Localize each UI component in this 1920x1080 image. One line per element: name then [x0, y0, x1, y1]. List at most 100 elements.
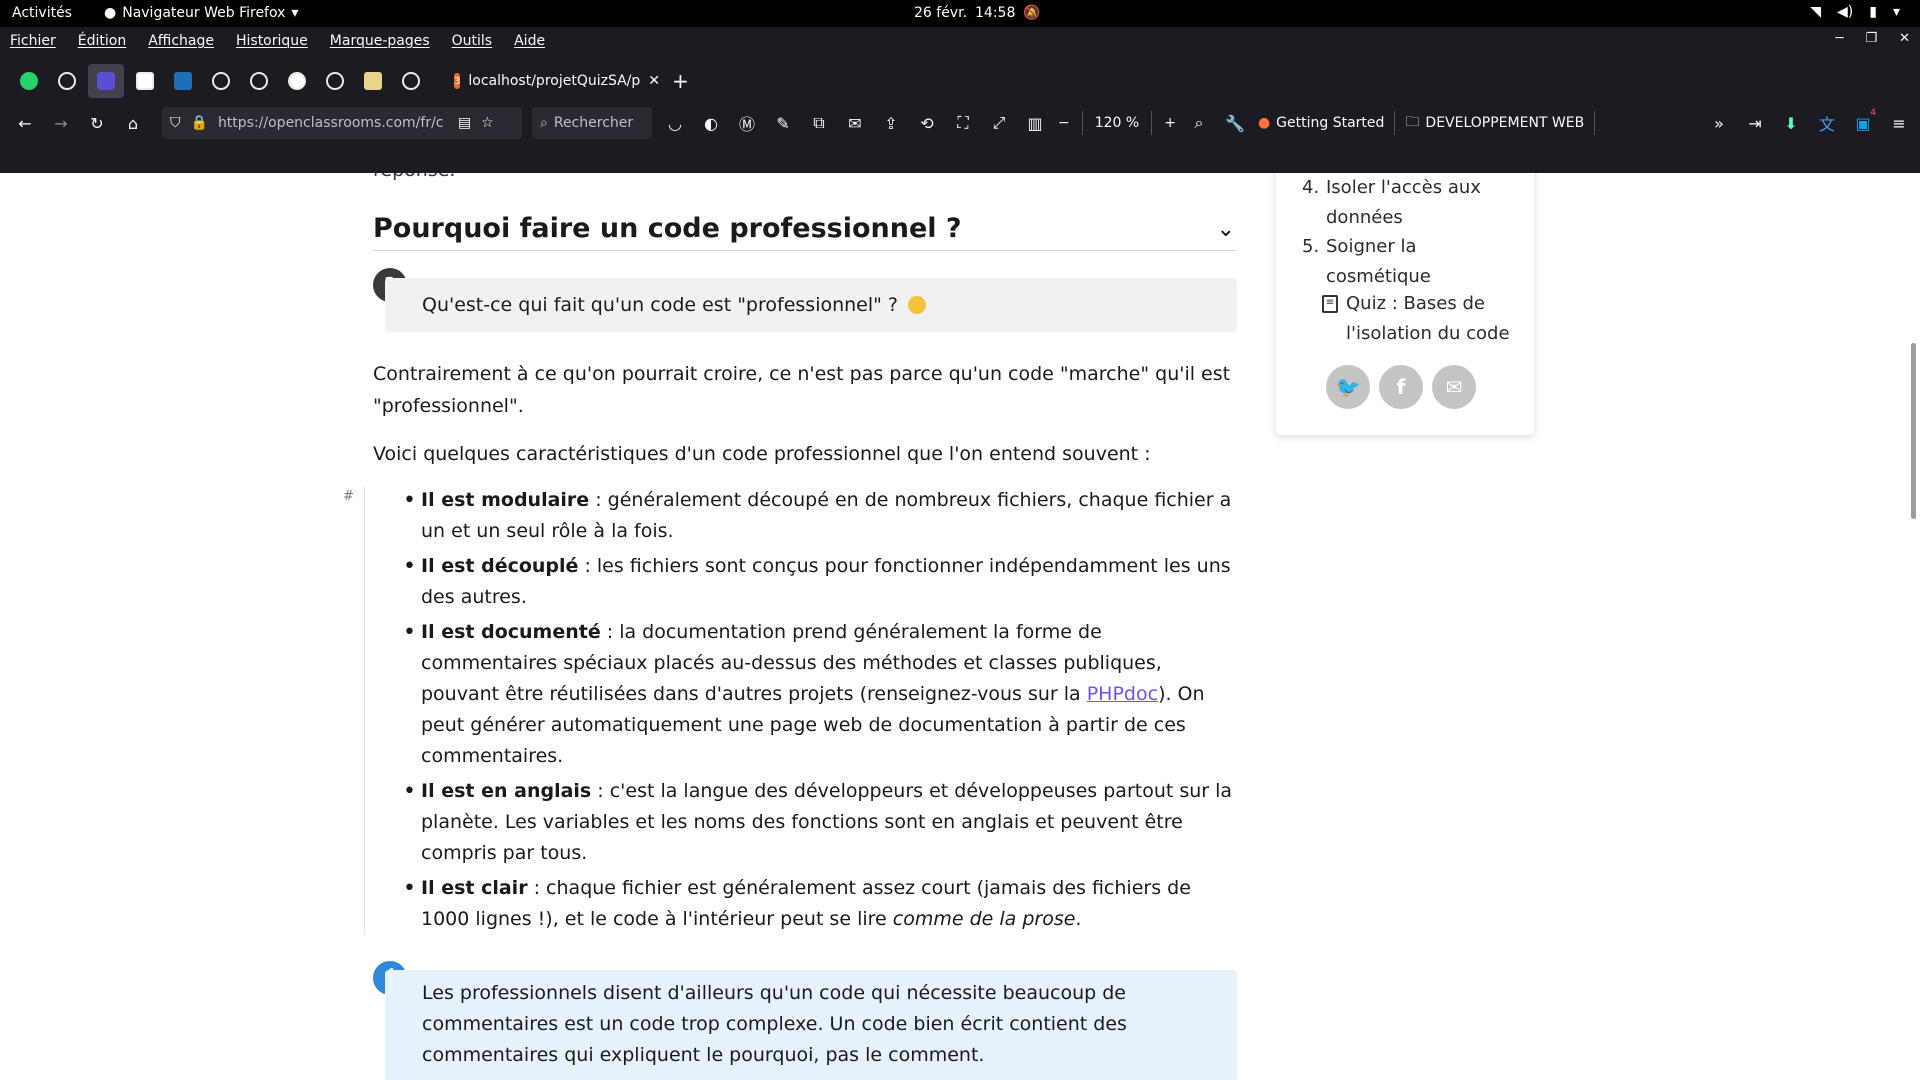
menu-fichier[interactable]: Fichier	[10, 33, 56, 49]
page-content: réponse. Pourquoi faire un code professi…	[0, 173, 1920, 1080]
pinned-tab-whatsapp[interactable]	[10, 63, 48, 99]
close-tab-icon[interactable]: ✕	[648, 73, 660, 89]
menu-outils[interactable]: Outils	[452, 33, 492, 49]
overflow-chevron-icon[interactable]: »	[1706, 110, 1732, 136]
reload-icon[interactable]: ↻	[84, 110, 110, 136]
globe-icon	[58, 72, 76, 90]
shield-icon[interactable]: ⛉	[170, 115, 181, 131]
divider	[1394, 111, 1396, 135]
phpdoc-link[interactable]: PHPdoc	[1087, 683, 1158, 705]
notes-icon	[364, 72, 382, 90]
toc-quiz[interactable]: Quiz : Bases de l'isolation du code	[1346, 289, 1526, 349]
toc-item-4[interactable]: 4. Isoler l'accès aux données	[1302, 173, 1526, 233]
search-icon: ⌕	[540, 115, 548, 131]
translate-icon[interactable]: 文	[1814, 110, 1840, 136]
bookmark-getting-started[interactable]: ● Getting Started	[1258, 115, 1384, 131]
zoom-level[interactable]: 120 %	[1095, 115, 1139, 131]
pinned-tab-video[interactable]	[164, 63, 202, 99]
activities-button[interactable]: Activités	[12, 5, 72, 21]
window-controls: ─ ❐ ✕	[1836, 31, 1910, 46]
zoom-in-icon[interactable]: +	[1164, 115, 1176, 131]
dark-reader-icon[interactable]: ◐	[698, 110, 724, 136]
pinned-tab-github[interactable]	[278, 63, 316, 99]
system-top-bar: Activités ● Navigateur Web Firefox ▾ 26 …	[0, 0, 1920, 27]
item-bold: Il est en anglais	[421, 780, 592, 802]
pinned-tab-active[interactable]	[88, 64, 124, 98]
facebook-icon[interactable]: f	[1379, 365, 1423, 409]
list-item: Il est documenté : la documentation pren…	[403, 617, 1241, 772]
twitter-icon[interactable]: 🐦	[1326, 365, 1370, 409]
pinned-tab-globe-2[interactable]	[202, 63, 240, 99]
toc-item-5[interactable]: 5. Soigner la cosmétique	[1302, 232, 1526, 292]
extension-m-icon[interactable]: Ⓜ	[734, 110, 760, 136]
search-box[interactable]: ⌕ Rechercher	[532, 107, 652, 139]
course-toc-card: 4. Isoler l'accès aux données 5. Soigner…	[1276, 173, 1534, 435]
folder-icon: 🗀	[1405, 114, 1420, 130]
anchor-hash-icon[interactable]: #	[343, 489, 354, 504]
chevron-down-icon: ▾	[291, 5, 299, 21]
upload-icon[interactable]: ⇪	[878, 110, 904, 136]
pocket-icon[interactable]: ◡	[662, 110, 688, 136]
menu-edition[interactable]: Édition	[78, 33, 126, 49]
extensions-icon[interactable]: ⧉	[806, 110, 832, 136]
app-menu[interactable]: ● Navigateur Web Firefox ▾	[104, 5, 298, 21]
sign-in-icon[interactable]: ⇥	[1742, 110, 1768, 136]
tab-bar: 3 localhost/projetQuizSA/p ✕ +	[0, 63, 1920, 99]
sidebar-icon[interactable]: ▥	[1022, 110, 1048, 136]
history-icon[interactable]: ⟲	[914, 110, 940, 136]
app-icon	[97, 72, 115, 90]
menu-marque-pages[interactable]: Marque-pages	[330, 33, 430, 49]
toc-label: Soigner la cosmétique	[1326, 236, 1431, 287]
chevron-down-icon[interactable]: ⌄	[1217, 217, 1235, 242]
bookmark-star-icon[interactable]: ☆	[481, 115, 494, 131]
characteristics-list: Il est modulaire : généralement découpé …	[403, 485, 1241, 939]
zoom-controls: − 120 % +	[1058, 111, 1176, 135]
pen-icon[interactable]: ✎	[770, 110, 796, 136]
forward-icon[interactable]: →	[48, 110, 74, 136]
tab-favicon: 3	[454, 73, 461, 89]
extension-notif-icon[interactable]: ▣ 4	[1850, 108, 1876, 136]
section-heading[interactable]: Pourquoi faire un code professionnel ? ⌄	[373, 213, 1237, 251]
list-item: Il est découplé : les fichiers sont conç…	[403, 551, 1241, 613]
back-icon[interactable]: ←	[12, 110, 38, 136]
list-item: Il est modulaire : généralement découpé …	[403, 485, 1241, 547]
reader-view-icon[interactable]: ▤	[458, 115, 471, 131]
new-tab-icon[interactable]: +	[672, 69, 689, 93]
menu-bar: Fichier Édition Affichage Historique Mar…	[0, 27, 1920, 54]
clock[interactable]: 26 févr. 14:58 🔕	[914, 5, 1041, 21]
menu-historique[interactable]: Historique	[236, 33, 308, 49]
lock-icon[interactable]: 🔒	[191, 115, 208, 131]
whatsapp-icon	[20, 72, 38, 90]
url-bar[interactable]: ⛉ 🔒 https://openclassrooms.com/fr/c ▤ ☆	[162, 107, 522, 139]
close-window-icon[interactable]: ✕	[1899, 31, 1910, 46]
quiz-icon: ≡	[1322, 295, 1338, 313]
firefox-icon: ●	[1257, 115, 1271, 131]
pinned-tab-linkedin[interactable]	[126, 63, 164, 99]
pinned-tab-globe-5[interactable]	[392, 63, 430, 99]
find-icon[interactable]: ⌕	[1186, 110, 1212, 136]
scrollbar-thumb[interactable]	[1911, 343, 1916, 519]
menu-aide[interactable]: Aide	[514, 33, 545, 49]
question-callout: Qu'est-ce qui fait qu'un code est "profe…	[385, 278, 1237, 332]
pinned-tab-globe-1[interactable]	[48, 63, 86, 99]
restore-icon[interactable]: ❐	[1865, 31, 1877, 46]
bookmark-folder-dev-web[interactable]: 🗀 DEVELOPPEMENT WEB	[1405, 111, 1584, 135]
zoom-out-icon[interactable]: −	[1058, 115, 1070, 131]
pinned-tab-globe-4[interactable]	[316, 63, 354, 99]
minimize-icon[interactable]: ─	[1836, 31, 1844, 46]
menu-affichage[interactable]: Affichage	[148, 33, 214, 49]
tab-projetquiz[interactable]: 3 localhost/projetQuizSA/p ✕	[448, 63, 660, 99]
url-text[interactable]: https://openclassrooms.com/fr/c	[218, 115, 448, 131]
home-icon[interactable]: ⌂	[120, 110, 146, 136]
system-tray[interactable]: ◥ ◀) ▮ ▾	[1810, 4, 1900, 20]
download-icon[interactable]: ⬇	[1778, 110, 1804, 136]
wrench-icon[interactable]: 🔧	[1222, 110, 1248, 136]
date-label: 26 févr.	[914, 5, 968, 21]
mail-share-icon[interactable]: ✉	[1432, 365, 1476, 409]
pinned-tab-globe-3[interactable]	[240, 63, 278, 99]
pinned-tab-notes[interactable]	[354, 63, 392, 99]
screenshot-icon[interactable]: ⛶	[950, 110, 976, 136]
mail-icon[interactable]: ✉	[842, 110, 868, 136]
hamburger-menu-icon[interactable]: ≡	[1886, 110, 1912, 136]
fullscreen-icon[interactable]: ⤢	[986, 110, 1012, 136]
